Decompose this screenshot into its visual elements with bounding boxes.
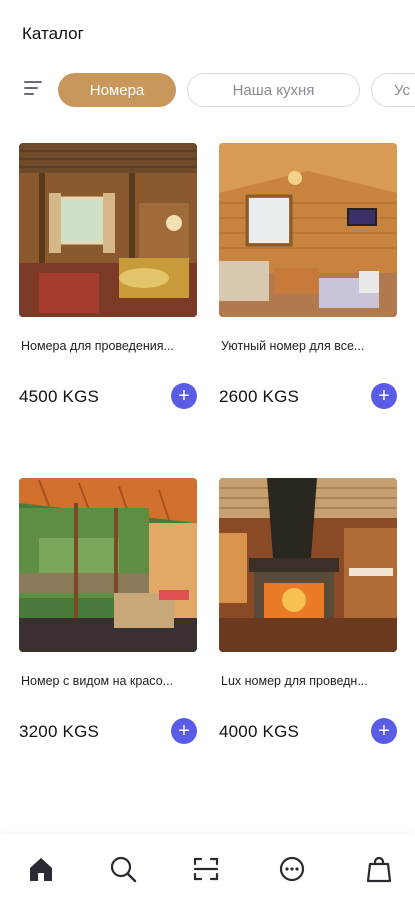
product-card[interactable]: Номера для проведения... 4500 KGS + (19, 143, 197, 409)
product-price: 4500 KGS (19, 387, 100, 406)
product-image[interactable] (219, 143, 397, 317)
product-price: 3200 KGS (19, 722, 100, 741)
add-to-cart-button[interactable]: + (371, 383, 397, 409)
product-card[interactable]: Lux номер для проведн... 4000 KGS + (219, 478, 397, 744)
product-title: Номера для проведения... (21, 339, 174, 353)
search-icon[interactable] (108, 854, 138, 884)
add-to-cart-button[interactable]: + (371, 718, 397, 744)
chip-rooms[interactable]: Номера (58, 73, 176, 107)
page-title: Каталог (22, 24, 84, 43)
bag-icon[interactable] (364, 854, 394, 884)
bottom-nav (0, 834, 415, 900)
add-to-cart-button[interactable]: + (171, 718, 197, 744)
product-card[interactable]: Номер с видом на красо... 3200 KGS + (19, 478, 197, 744)
product-image[interactable] (19, 143, 197, 317)
product-image[interactable] (219, 478, 397, 652)
chip-kitchen[interactable]: Наша кухня (187, 73, 360, 107)
product-price: 4000 KGS (219, 722, 300, 741)
home-icon[interactable] (26, 854, 56, 884)
product-title: Номер с видом на красо... (21, 674, 174, 688)
product-price: 2600 KGS (219, 387, 300, 406)
scan-icon[interactable] (191, 854, 221, 884)
chip-services[interactable]: Ус (371, 73, 415, 107)
filter-list-icon[interactable] (24, 81, 44, 99)
product-image[interactable] (19, 478, 197, 652)
add-to-cart-button[interactable]: + (171, 383, 197, 409)
product-title: Уютный номер для все... (221, 339, 365, 353)
product-card[interactable]: Уютный номер для все... 2600 KGS + (219, 143, 397, 409)
product-title: Lux номер для проведн... (221, 674, 368, 688)
chat-icon[interactable] (277, 854, 307, 884)
filter-bar: Номера Наша кухня Ус (0, 70, 415, 110)
